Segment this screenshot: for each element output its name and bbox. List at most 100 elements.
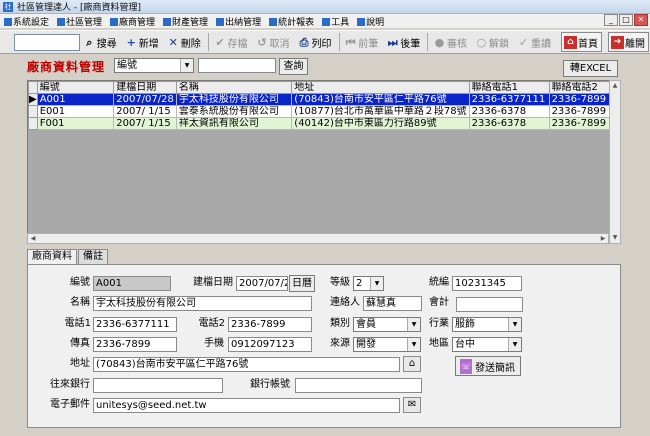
column-header[interactable]: 編號 xyxy=(36,81,115,94)
vendor-table: 編號 建檔日期 名稱 地址 聯絡電話1 聯絡電話2 ▶ A001 2007/07… xyxy=(28,81,620,130)
menu-item-help[interactable]: 說明 xyxy=(353,15,388,28)
window-controls: _ □ ✕ xyxy=(603,14,648,26)
scroll-down-icon[interactable]: ▼ xyxy=(610,233,620,243)
table-cell[interactable]: F001 xyxy=(36,117,115,130)
grid-vertical-scrollbar[interactable]: ▲ ▼ xyxy=(609,80,621,244)
table-cell[interactable]: 2336-6378 xyxy=(468,117,550,130)
table-cell[interactable]: 2007/07/28 xyxy=(113,93,177,106)
email-field[interactable]: unitesys@seed.net.tw xyxy=(93,398,400,413)
save-button[interactable]: ✔ 存檔 xyxy=(211,32,252,52)
filter-field-select[interactable]: 編號 ▼ xyxy=(114,58,194,73)
menu-item-vendor[interactable]: 廠商管理 xyxy=(106,15,159,28)
grid-horizontal-scrollbar[interactable]: ◀ ▶ xyxy=(27,233,609,244)
exit-button[interactable]: ➜ 離開 xyxy=(607,32,649,52)
tab-notes[interactable]: 備註 xyxy=(78,249,108,264)
reload-button[interactable]: ✓ 重讀 xyxy=(514,32,555,52)
phone1-field[interactable]: 2336-6377111 xyxy=(93,317,177,332)
tab-vendor-info[interactable]: 廠商資料 xyxy=(27,249,77,265)
minimize-button[interactable]: _ xyxy=(604,14,618,26)
column-header[interactable]: 聯絡電話1 xyxy=(468,81,550,94)
created-date-field[interactable]: 2007/07/28 xyxy=(236,276,288,291)
house-icon[interactable]: ⌂ xyxy=(403,356,421,372)
region-select[interactable]: 台中 ▼ xyxy=(452,337,522,352)
table-cell[interactable]: 2336-6378 xyxy=(468,105,550,118)
add-button[interactable]: + 新增 xyxy=(122,32,163,52)
table-row[interactable]: E001 2007/ 1/15 雲泰系統股份有限公司 (10877)台北市萬華區… xyxy=(28,105,620,118)
email-label: 電子郵件 xyxy=(50,399,90,410)
table-cell[interactable]: (70843)台南市安平區仁平路76號 xyxy=(291,93,470,106)
column-header[interactable]: 建檔日期 xyxy=(113,81,177,94)
scroll-left-icon[interactable]: ◀ xyxy=(28,234,38,243)
menu-item-cashier[interactable]: 出納管理 xyxy=(212,15,265,28)
export-excel-button[interactable]: 轉EXCEL xyxy=(563,60,618,77)
chevron-down-icon: ▼ xyxy=(180,59,193,72)
name-field[interactable]: 宇太科技股份有限公司 xyxy=(93,296,312,311)
contact-person-label: 連絡人 xyxy=(330,297,360,308)
check-circle-icon: ✓ xyxy=(518,35,529,49)
fax-label: 傳真 xyxy=(70,338,90,349)
address-field[interactable]: (70843)台南市安平區仁平路76號 xyxy=(93,357,400,372)
next-record-button[interactable]: ⏭ 後筆 xyxy=(383,32,424,52)
phone2-field[interactable]: 2336-7899 xyxy=(228,317,312,332)
unlock-button[interactable]: ○ 解鎖 xyxy=(472,32,513,52)
name-label: 名稱 xyxy=(70,297,90,308)
scroll-up-icon[interactable]: ▲ xyxy=(610,81,620,91)
table-cell[interactable]: 祥太資訊有限公司 xyxy=(175,117,293,130)
accountant-field[interactable] xyxy=(456,297,523,312)
bank-label: 往來銀行 xyxy=(50,379,90,390)
column-header[interactable]: 地址 xyxy=(291,81,470,94)
contact-person-field[interactable]: 蘇慧真 xyxy=(363,296,422,311)
table-cell[interactable]: 2336-6377111 xyxy=(468,93,550,106)
menu-item-community[interactable]: 社區管理 xyxy=(53,15,106,28)
industry-select[interactable]: 服飾 ▼ xyxy=(452,317,522,332)
menu-tools-icon xyxy=(322,17,331,26)
created-date-label: 建檔日期 xyxy=(193,277,233,288)
grade-select[interactable]: 2 ▼ xyxy=(353,276,384,291)
menu-item-reports[interactable]: 統計報表 xyxy=(265,15,318,28)
menu-item-system-settings[interactable]: 系統設定 xyxy=(0,15,53,28)
close-button[interactable]: ✕ xyxy=(634,14,648,26)
table-cell[interactable]: A001 xyxy=(36,93,115,106)
print-button[interactable]: ⎙ 列印 xyxy=(295,32,336,52)
previous-record-button[interactable]: ⏮ 前筆 xyxy=(341,32,382,52)
table-cell[interactable]: (10877)台北市萬華區中華路２段78號 xyxy=(291,105,470,118)
query-button[interactable]: 查詢 xyxy=(279,58,308,75)
source-select[interactable]: 開發 ▼ xyxy=(353,337,421,352)
search-button[interactable]: ⌕ 搜尋 xyxy=(80,32,121,52)
menu-item-tools[interactable]: 工具 xyxy=(318,15,353,28)
table-cell[interactable]: 宇太科技股份有限公司 xyxy=(175,93,293,106)
scroll-right-icon[interactable]: ▶ xyxy=(598,234,608,243)
mobile-field[interactable]: 0912097123 xyxy=(228,337,312,352)
table-cell[interactable]: 雲泰系統股份有限公司 xyxy=(175,105,293,118)
cancel-button[interactable]: ↺ 取消 xyxy=(253,32,294,52)
menu-item-property[interactable]: 財產管理 xyxy=(159,15,212,28)
calendar-button[interactable]: 日曆 xyxy=(289,275,315,292)
home-button[interactable]: ⌂ 首頁 xyxy=(560,32,602,52)
category-select[interactable]: 會員 ▼ xyxy=(353,317,421,332)
previous-icon: ⏮ xyxy=(345,35,356,49)
row-indicator xyxy=(28,105,38,118)
table-row[interactable]: ▶ A001 2007/07/28 宇太科技股份有限公司 (70843)台南市安… xyxy=(28,93,620,106)
table-cell[interactable]: (40142)台中市東區力行路89號 xyxy=(291,117,470,130)
column-header[interactable]: 名稱 xyxy=(175,81,293,94)
toolbar-search-input[interactable] xyxy=(14,33,80,51)
bank-account-field[interactable] xyxy=(295,378,422,393)
table-cell[interactable]: E001 xyxy=(36,105,115,118)
filter-value-input[interactable] xyxy=(198,58,276,73)
tax-id-label: 統編 xyxy=(429,277,449,288)
id-field[interactable]: A001 xyxy=(93,276,171,291)
restore-button[interactable]: □ xyxy=(619,14,633,26)
audit-button[interactable]: ● 審核 xyxy=(430,32,471,52)
bank-field[interactable] xyxy=(93,378,223,393)
table-cell[interactable]: 2007/ 1/15 xyxy=(113,117,177,130)
table-row[interactable]: F001 2007/ 1/15 祥太資訊有限公司 (40142)台中市東區力行路… xyxy=(28,117,620,130)
menu-settings-icon xyxy=(4,17,12,26)
send-sms-button[interactable]: ☏ 發送簡訊 xyxy=(455,356,521,376)
table-cell[interactable]: 2007/ 1/15 xyxy=(113,105,177,118)
menu-reports-icon xyxy=(269,17,278,26)
tax-id-field[interactable]: 10231345 xyxy=(452,276,522,291)
envelope-icon[interactable]: ✉ xyxy=(403,397,421,413)
delete-button[interactable]: ✕ 刪除 xyxy=(164,32,205,52)
fax-field[interactable]: 2336-7899 xyxy=(93,337,177,352)
menu-community-icon xyxy=(57,17,66,26)
